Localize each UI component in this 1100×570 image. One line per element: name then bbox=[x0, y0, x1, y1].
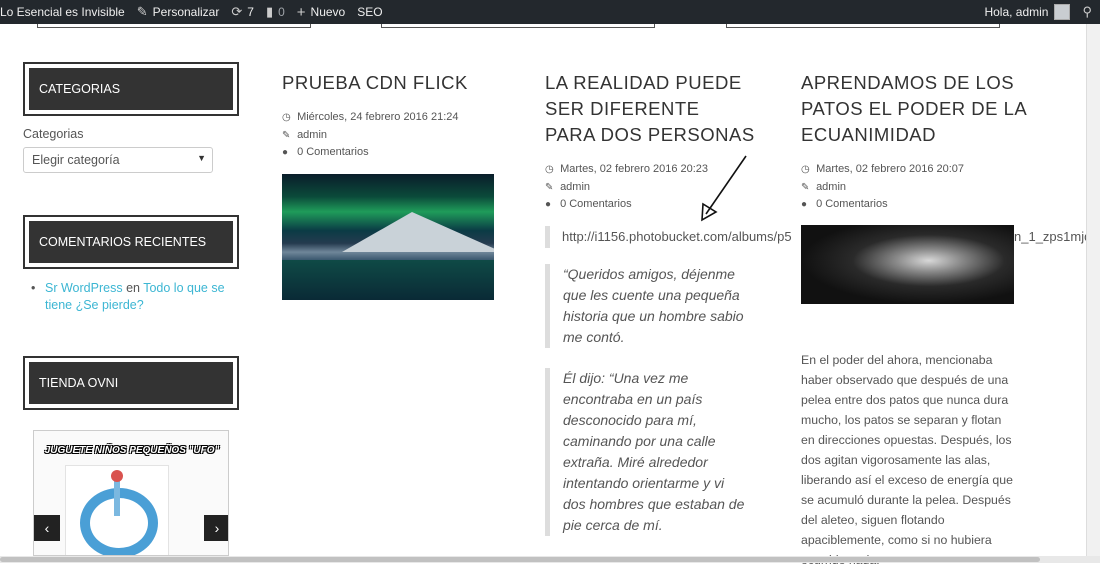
pencil-icon: ✎ bbox=[545, 181, 554, 193]
account-menu[interactable]: Hola, admin bbox=[978, 0, 1076, 24]
refresh-icon: ⟳ bbox=[231, 4, 243, 19]
recent-comment-item: • Sr WordPress en Todo lo que se tiene ¿… bbox=[31, 280, 233, 314]
comments-icon: ● bbox=[801, 199, 808, 210]
post-thumbnail-ducks[interactable] bbox=[801, 225, 1014, 304]
plus-icon: + bbox=[296, 3, 306, 21]
comment-bubble-icon: ▮ bbox=[265, 4, 274, 19]
chevron-right-icon: › bbox=[214, 520, 220, 536]
top-widget-edge-2 bbox=[381, 24, 655, 28]
search-icon: ⚲ bbox=[1082, 4, 1092, 19]
vertical-scrollbar[interactable] bbox=[1086, 24, 1100, 556]
recent-comments-widget-title: COMENTARIOS RECIENTES bbox=[23, 215, 239, 269]
image-url-quote: http://i1156.photobucket.com/albums/p5 bbox=[545, 226, 805, 248]
seo-link[interactable]: SEO bbox=[351, 0, 388, 24]
categories-title-text: CATEGORIAS bbox=[29, 68, 233, 110]
clock-icon: ◷ bbox=[282, 112, 291, 123]
product-caption: JUGUETE NIÑOS PEQUEÑOS "UFO" bbox=[44, 445, 220, 456]
post-date: Martes, 02 febrero 2016 20:07 bbox=[816, 163, 965, 175]
list-bullet: • bbox=[31, 281, 36, 295]
category-select-value: Elegir categoría bbox=[32, 153, 120, 167]
shop-title-text: TIENDA OVNI bbox=[29, 362, 233, 404]
recent-comments-title-text: COMENTARIOS RECIENTES bbox=[29, 221, 233, 263]
pencil-icon: ✎ bbox=[282, 129, 291, 141]
post-comments-link[interactable]: 0 Comentarios bbox=[816, 198, 888, 210]
category-select[interactable]: Elegir categoría ▼ bbox=[23, 147, 213, 173]
pencil-icon: ✎ bbox=[801, 181, 810, 193]
product-slider: JUGUETE NIÑOS PEQUEÑOS "UFO" ‹ › bbox=[33, 430, 229, 556]
post-author-link[interactable]: admin bbox=[816, 181, 846, 193]
post-author-link[interactable]: admin bbox=[297, 129, 327, 141]
post-meta-2: ◷ Martes, 02 febrero 2016 20:23 ✎ admin … bbox=[545, 161, 708, 214]
clock-icon: ◷ bbox=[545, 164, 554, 175]
post-meta-3: ◷ Martes, 02 febrero 2016 20:07 ✎ admin … bbox=[801, 161, 964, 214]
chevron-down-icon: ▼ bbox=[197, 153, 206, 163]
avatar bbox=[1054, 4, 1071, 20]
post-title-3[interactable]: APRENDAMOS DE LOS PATOS EL PODER DE LA E… bbox=[801, 70, 1031, 148]
new-label: Nuevo bbox=[310, 5, 346, 19]
site-name-link[interactable]: Lo Esencial es Invisible bbox=[0, 0, 131, 24]
updates-count: 7 bbox=[247, 5, 254, 19]
blockquote-1: “Queridos amigos, déjenme que les cuente… bbox=[545, 264, 750, 348]
post-date: Miércoles, 24 febrero 2016 21:24 bbox=[297, 111, 459, 123]
top-widget-edge-1 bbox=[37, 24, 311, 28]
blockquote-2: Él dijo: “Una vez me encontraba en un pa… bbox=[545, 368, 750, 536]
customize-label: Personalizar bbox=[152, 5, 220, 19]
comment-connector: en bbox=[126, 281, 140, 295]
post-comments-link[interactable]: 0 Comentarios bbox=[297, 146, 369, 158]
post-date: Martes, 02 febrero 2016 20:23 bbox=[560, 163, 709, 175]
post-title-1[interactable]: PRUEBA CDN FLICK bbox=[282, 70, 482, 96]
greeting-label: Hola, admin bbox=[984, 5, 1049, 19]
comments-icon: ● bbox=[282, 147, 289, 158]
categories-widget-title: CATEGORIAS bbox=[23, 62, 239, 116]
comments-count: 0 bbox=[278, 5, 285, 19]
new-link[interactable]: + Nuevo bbox=[291, 0, 351, 24]
slider-next-button[interactable]: › bbox=[204, 515, 228, 541]
comment-author-link[interactable]: Sr WordPress bbox=[45, 281, 123, 295]
chevron-left-icon: ‹ bbox=[44, 520, 50, 536]
annotation-arrow bbox=[701, 155, 747, 222]
post-thumbnail-aurora[interactable] bbox=[282, 174, 494, 300]
post-meta-1: ◷ Miércoles, 24 febrero 2016 21:24 ✎ adm… bbox=[282, 109, 459, 162]
slider-prev-button[interactable]: ‹ bbox=[34, 515, 60, 541]
post-author-link[interactable]: admin bbox=[560, 181, 590, 193]
post-title-2[interactable]: LA REALIDAD PUEDE SER DIFERENTE PARA DOS… bbox=[545, 70, 755, 148]
comments-icon: ● bbox=[545, 199, 552, 210]
categories-label: Categorias bbox=[23, 127, 84, 141]
customize-link[interactable]: ✎ Personalizar bbox=[131, 0, 226, 24]
site-name-label: Lo Esencial es Invisible bbox=[0, 5, 125, 19]
admin-bar: Lo Esencial es Invisible ✎ Personalizar ⟳… bbox=[0, 0, 1100, 24]
seo-label: SEO bbox=[357, 5, 383, 19]
brush-icon: ✎ bbox=[136, 4, 148, 19]
updates-link[interactable]: ⟳ 7 bbox=[225, 0, 260, 24]
comments-link[interactable]: ▮ 0 bbox=[260, 0, 291, 24]
shop-widget-title: TIENDA OVNI bbox=[23, 356, 239, 410]
top-widget-edge-3 bbox=[726, 24, 1000, 28]
post-excerpt: En el poder del ahora, mencionaba haber … bbox=[801, 353, 1013, 567]
product-image[interactable] bbox=[65, 465, 169, 555]
post-comments-link[interactable]: 0 Comentarios bbox=[560, 198, 632, 210]
search-button[interactable]: ⚲ bbox=[1076, 0, 1100, 24]
horizontal-scrollbar[interactable] bbox=[0, 556, 1100, 563]
clock-icon: ◷ bbox=[801, 164, 810, 175]
